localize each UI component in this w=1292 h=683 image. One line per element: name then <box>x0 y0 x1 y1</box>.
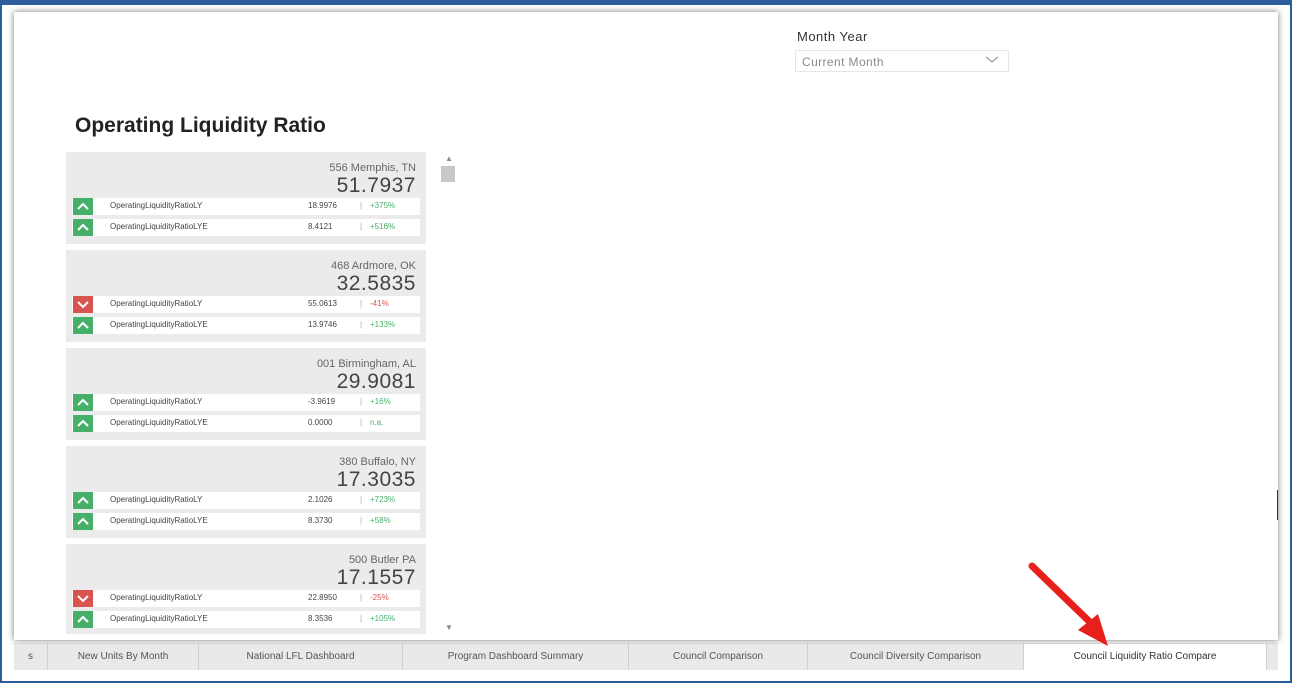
liquidity-card[interactable]: 468 Ardmore, OK 32.5835 OperatingLiquidity… <box>66 250 426 342</box>
page-title: Operating Liquidity Ratio <box>75 114 326 137</box>
slicer-value: Current Month <box>802 55 884 69</box>
council-name: 556 Memphis, TN <box>329 162 416 174</box>
chevron-up-icon <box>73 394 93 411</box>
scroll-thumb[interactable] <box>441 166 455 182</box>
ratio-value: 32.5835 <box>336 272 416 295</box>
scroll-down-icon[interactable]: ▼ <box>445 623 453 632</box>
edge-mark <box>1277 490 1278 520</box>
council-name: 380 Buffalo, NY <box>339 456 416 468</box>
liquidity-card[interactable]: 556 Memphis, TN 51.7937 OperatingLiquidity… <box>66 152 426 244</box>
kpi-separator: | <box>360 222 363 231</box>
kpi-value: 8.3536 <box>308 614 333 623</box>
kpi-change: +516% <box>370 222 396 231</box>
kpi-value: 55.0613 <box>308 299 337 308</box>
kpi-row: OperatingLiquidityRatioLY 22.8950 | -25% <box>72 590 420 607</box>
council-name: 468 Ardmore, OK <box>331 260 416 272</box>
kpi-change: +58% <box>370 516 391 525</box>
chevron-down-icon <box>73 590 93 607</box>
chevron-up-icon <box>73 415 93 432</box>
kpi-separator: | <box>360 320 363 329</box>
chevron-up-icon <box>73 219 93 236</box>
red-pointer-arrow <box>1028 562 1108 646</box>
kpi-label: OperatingLiquidityRatioLY <box>110 593 203 602</box>
kpi-label: OperatingLiquidityRatioLYE <box>110 614 208 623</box>
kpi-separator: | <box>360 418 363 427</box>
kpi-row: OperatingLiquidityRatioLY 55.0613 | -41% <box>72 296 420 313</box>
chevron-down-icon <box>73 296 93 313</box>
ratio-value: 51.7937 <box>336 174 416 197</box>
kpi-change: +16% <box>370 397 391 406</box>
chevron-up-icon <box>73 198 93 215</box>
tab-program-dashboard-summary[interactable]: Program Dashboard Summary <box>403 644 629 670</box>
kpi-row: OperatingLiquidityRatioLY 2.1026 | +723% <box>72 492 420 509</box>
kpi-label: OperatingLiquidityRatioLY <box>110 397 203 406</box>
kpi-value: -3.9619 <box>308 397 336 406</box>
scroll-up-icon[interactable]: ▲ <box>445 154 453 163</box>
month-year-dropdown[interactable]: Current Month <box>795 50 1009 72</box>
kpi-row: OperatingLiquidityRatioLY 18.9976 | +375% <box>72 198 420 215</box>
council-name: 500 Butler PA <box>348 554 416 566</box>
kpi-value: 0.0000 <box>308 418 333 427</box>
kpi-change: -25% <box>370 593 389 602</box>
tab-council-diversity-comparison[interactable]: Council Diversity Comparison <box>808 644 1024 670</box>
liquidity-card[interactable]: 001 Birmingham, AL 29.9081 OperatingLiquid… <box>66 348 426 440</box>
ratio-value: 17.1557 <box>336 566 416 589</box>
liquidity-card[interactable]: 380 Buffalo, NY 17.3035 OperatingLiquidity… <box>66 446 426 538</box>
kpi-row: OperatingLiquidityRatioLYE 0.0000 | n.a. <box>72 415 420 432</box>
kpi-change: +105% <box>370 614 396 623</box>
kpi-separator: | <box>360 397 363 406</box>
chevron-up-icon <box>73 317 93 334</box>
kpi-value: 18.9976 <box>308 201 337 210</box>
kpi-label: OperatingLiquidityRatioLY <box>110 495 203 504</box>
kpi-separator: | <box>360 299 363 308</box>
kpi-row: OperatingLiquidityRatioLYE 13.9746 | +133% <box>72 317 420 334</box>
kpi-change: n.a. <box>370 418 384 427</box>
kpi-value: 2.1026 <box>308 495 333 504</box>
kpi-value: 22.8950 <box>308 593 337 602</box>
kpi-label: OperatingLiquidityRatioLYE <box>110 516 208 525</box>
kpi-separator: | <box>360 614 363 623</box>
card-list[interactable]: 556 Memphis, TN 51.7937 OperatingLiquidity… <box>66 152 460 634</box>
scrollbar[interactable]: ▲ ▼ <box>439 152 459 634</box>
tab-national-lfl-dashboard[interactable]: National LFL Dashboard <box>199 644 403 670</box>
kpi-row: OperatingLiquidityRatioLYE 8.4121 | +516% <box>72 219 420 236</box>
kpi-label: OperatingLiquidityRatioLY <box>110 201 203 210</box>
kpi-separator: | <box>360 201 363 210</box>
kpi-label: OperatingLiquidityRatioLYE <box>110 320 208 329</box>
chevron-down-icon <box>984 53 1000 72</box>
ratio-value: 17.3035 <box>336 468 416 491</box>
ratio-value: 29.9081 <box>336 370 416 393</box>
tab-council-comparison[interactable]: Council Comparison <box>629 644 808 670</box>
kpi-value: 8.3730 <box>308 516 333 525</box>
liquidity-card[interactable]: 500 Butler PA 17.1557 OperatingLiquidityRa… <box>66 544 426 634</box>
kpi-change: +133% <box>370 320 396 329</box>
kpi-row: OperatingLiquidityRatioLYE 8.3730 | +58% <box>72 513 420 530</box>
kpi-row: OperatingLiquidityRatioLYE 8.3536 | +105% <box>72 611 420 628</box>
kpi-change: +375% <box>370 201 396 210</box>
council-name: 001 Birmingham, AL <box>316 358 416 370</box>
chevron-up-icon <box>73 492 93 509</box>
kpi-separator: | <box>360 593 363 602</box>
kpi-label: OperatingLiquidityRatioLY <box>110 299 203 308</box>
kpi-separator: | <box>360 516 363 525</box>
kpi-label: OperatingLiquidityRatioLYE <box>110 222 208 231</box>
kpi-label: OperatingLiquidityRatioLYE <box>110 418 208 427</box>
kpi-value: 13.9746 <box>308 320 337 329</box>
slicer-label: Month Year <box>797 29 868 44</box>
tab-s[interactable]: s <box>14 644 48 670</box>
chevron-up-icon <box>73 513 93 530</box>
tab-new-units-by-month[interactable]: New Units By Month <box>48 644 199 670</box>
kpi-value: 8.4121 <box>308 222 333 231</box>
kpi-row: OperatingLiquidityRatioLY -3.9619 | +16% <box>72 394 420 411</box>
kpi-change: -41% <box>370 299 389 308</box>
chevron-up-icon <box>73 611 93 628</box>
kpi-change: +723% <box>370 495 396 504</box>
kpi-separator: | <box>360 495 363 504</box>
